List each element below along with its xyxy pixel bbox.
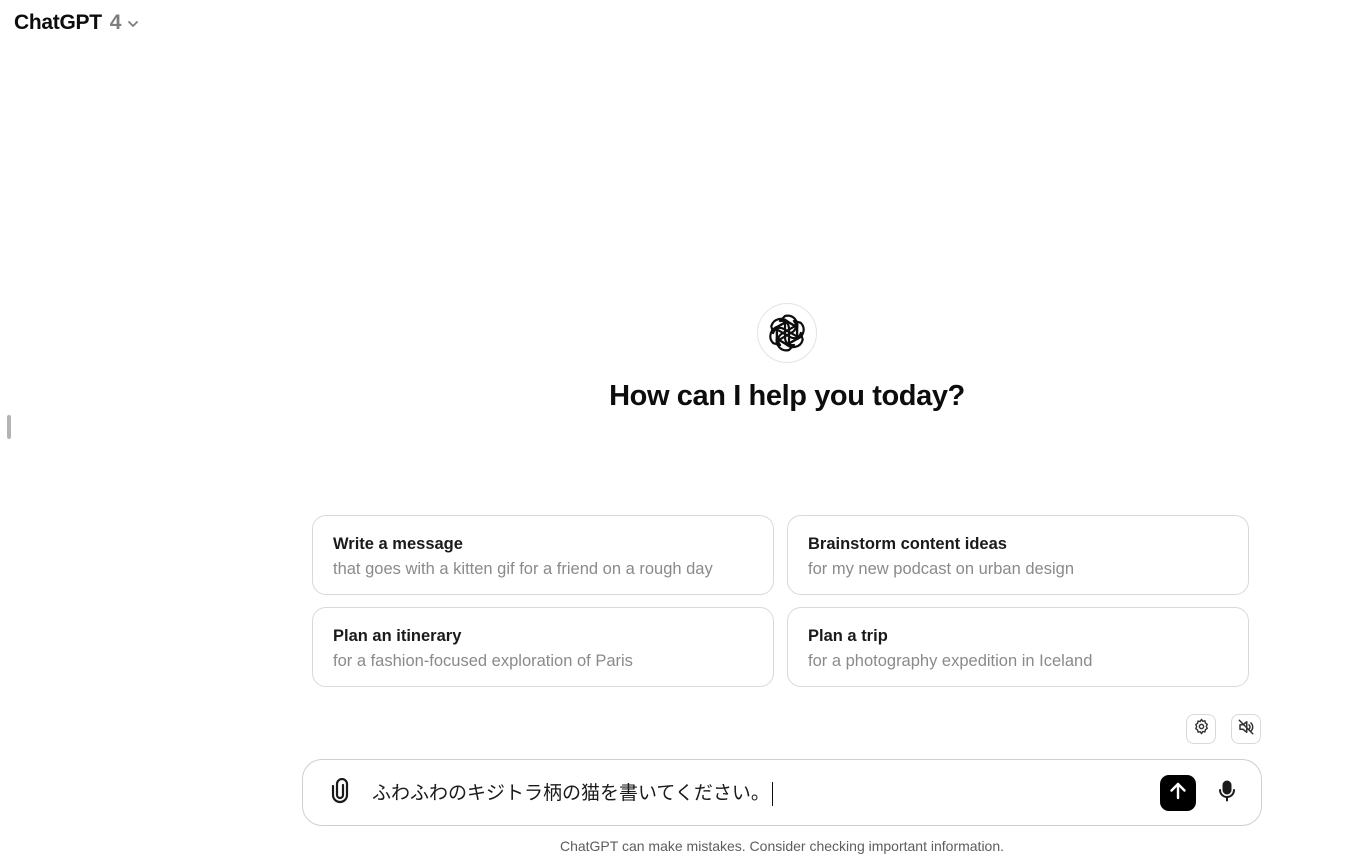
suggestion-card-plan-trip[interactable]: Plan a trip for a photography expedition… xyxy=(787,607,1249,687)
microphone-icon xyxy=(1217,780,1237,807)
paperclip-icon xyxy=(328,777,352,809)
suggestion-subtitle: for a photography expedition in Iceland xyxy=(808,652,1093,670)
gear-icon xyxy=(1193,718,1210,740)
openai-logo-icon xyxy=(757,303,817,363)
voice-input-button[interactable] xyxy=(1211,777,1243,809)
suggestion-subtitle: that goes with a kitten gif for a friend… xyxy=(333,560,713,578)
suggestion-title: Plan an itinerary xyxy=(333,627,462,645)
speaker-muted-icon xyxy=(1237,718,1255,741)
suggestion-title: Plan a trip xyxy=(808,627,888,645)
message-composer[interactable]: ふわふわのキジトラ柄の猫を書いてください。 xyxy=(302,759,1262,826)
suggestion-card-write-message[interactable]: Write a message that goes with a kitten … xyxy=(312,515,774,595)
model-switcher[interactable]: ChatGPT 4 xyxy=(14,8,140,38)
disclaimer: ChatGPT can make mistakes. Consider chec… xyxy=(559,838,1005,854)
message-input-text: ふわふわのキジトラ柄の猫を書いてください。 xyxy=(372,782,770,804)
send-button[interactable] xyxy=(1160,775,1196,811)
chevron-down-icon xyxy=(126,17,140,31)
page-title: How can I help you today? xyxy=(609,380,965,412)
suggestion-subtitle: for my new podcast on urban design xyxy=(808,560,1074,578)
sidebar-resize-handle[interactable] xyxy=(7,415,11,439)
chat-page: ChatGPT 4 How can I help you today? Writ… xyxy=(0,0,1359,861)
suggestion-title: Write a message xyxy=(333,535,463,553)
settings-button[interactable] xyxy=(1186,714,1216,744)
message-input[interactable]: ふわふわのキジトラ柄の猫を書いてください。 xyxy=(372,781,774,806)
attach-button[interactable] xyxy=(326,777,354,809)
suggestion-subtitle: for a fashion-focused exploration of Par… xyxy=(333,652,633,670)
voice-playback-toggle[interactable] xyxy=(1231,714,1261,744)
suggestion-card-itinerary[interactable]: Plan an itinerary for a fashion-focused … xyxy=(312,607,774,687)
model-version: 4 xyxy=(109,11,122,34)
arrow-up-icon xyxy=(1168,781,1188,806)
model-name: ChatGPT xyxy=(14,11,102,34)
suggestion-card-brainstorm[interactable]: Brainstorm content ideas for my new podc… xyxy=(787,515,1249,595)
suggestion-title: Brainstorm content ideas xyxy=(808,535,1007,553)
text-caret xyxy=(771,781,774,806)
